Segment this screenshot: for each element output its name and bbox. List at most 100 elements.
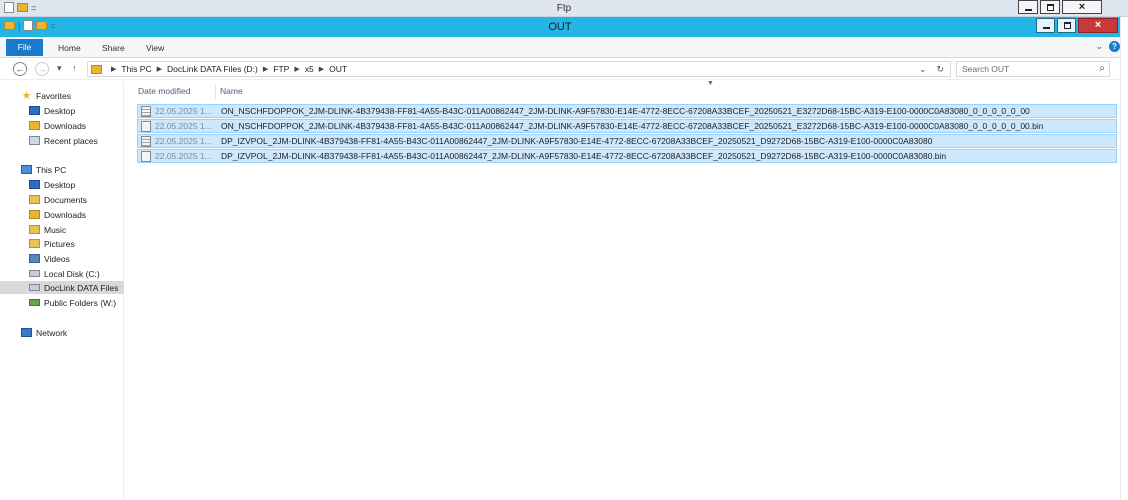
file-row[interactable]: 22.05.2025 1... ON_NSCHFDOPPOK_2JM-DLINK… — [137, 104, 1117, 118]
breadcrumb-x5[interactable]: x5 — [305, 64, 314, 74]
documents-icon — [29, 195, 40, 204]
nav-label: Desktop — [44, 179, 76, 190]
address-bar[interactable]: ▶ This PC ▶ DocLink DATA Files (D:) ▶ FT… — [87, 61, 951, 77]
file-name: ON_NSCHFDOPPOK_2JM-DLINK-4B379438-FF81-4… — [221, 121, 1044, 131]
expand-ribbon-icon[interactable]: ⌄ — [1095, 41, 1103, 52]
maximize-icon — [1063, 22, 1071, 29]
refresh-icon[interactable]: ↻ — [936, 64, 944, 75]
breadcrumb-this-pc[interactable]: This PC — [121, 64, 151, 74]
star-icon: ★ — [21, 89, 32, 102]
tab-home[interactable]: Home — [58, 43, 81, 53]
breadcrumb-chevron-icon[interactable]: ▶ — [263, 65, 268, 73]
search-icon[interactable]: ⌕ — [1099, 63, 1105, 74]
nav-favorites[interactable]: ★ Favorites — [21, 89, 71, 102]
file-date: 22.05.2025 1... — [155, 151, 212, 161]
forward-button[interactable]: → — [35, 62, 49, 76]
search-input[interactable] — [957, 62, 1087, 76]
search-box: ⌕ — [956, 61, 1110, 77]
nav-label: Downloads — [44, 120, 87, 131]
outer-minimize-button[interactable] — [1018, 0, 1038, 14]
network-drive-icon — [29, 299, 40, 306]
nav-label: Music — [44, 224, 67, 235]
file-date: 22.05.2025 1... — [155, 136, 212, 146]
breadcrumb-chevron-icon[interactable]: ▶ — [111, 65, 116, 73]
column-name[interactable]: Name — [220, 86, 243, 96]
recent-locations-icon[interactable]: ▾ — [57, 63, 62, 74]
desktop-icon — [29, 180, 40, 189]
file-name: DP_IZVPOL_2JM-DLINK-4B379438-FF81-4A55-B… — [221, 136, 933, 146]
breadcrumb-out[interactable]: OUT — [329, 64, 347, 74]
text-file-icon — [141, 105, 151, 117]
music-icon — [29, 225, 40, 234]
outer-maximize-button[interactable] — [1040, 0, 1060, 14]
minimize-button[interactable] — [1036, 18, 1055, 33]
nav-this-pc[interactable]: This PC — [21, 163, 66, 176]
window-controls: × — [1034, 18, 1118, 33]
nav-public-folders[interactable]: Public Folders (W:) — [29, 296, 116, 309]
nav-music[interactable]: Music — [29, 223, 66, 236]
breadcrumb-doclink-drive[interactable]: DocLink DATA Files (D:) — [167, 64, 258, 74]
file-date: 22.05.2025 1... — [155, 121, 212, 131]
back-button[interactable]: ← — [13, 62, 27, 76]
nav-label: Local Disk (C:) — [44, 268, 100, 279]
maximize-icon — [1047, 4, 1054, 11]
outer-window-title-bar: = Ftp × — [0, 0, 1128, 17]
tab-share[interactable]: Share — [102, 43, 125, 53]
close-icon: × — [1094, 19, 1102, 31]
nav-label: Favorites — [36, 90, 71, 101]
column-headers: Date modified Name ▼ — [133, 80, 1123, 101]
nav-label: Downloads — [44, 209, 87, 220]
file-row[interactable]: 22.05.2025 1... ON_NSCHFDOPPOK_2JM-DLINK… — [137, 119, 1117, 133]
breadcrumb-chevron-icon[interactable]: ▶ — [294, 65, 299, 73]
nav-pc-desktop[interactable]: Desktop — [29, 178, 75, 191]
breadcrumb-chevron-icon[interactable]: ▶ — [157, 65, 162, 73]
nav-recent-places[interactable]: Recent places — [29, 134, 98, 147]
nav-label: Desktop — [44, 105, 76, 116]
desktop-icon — [29, 106, 40, 115]
tab-file[interactable]: File — [6, 39, 43, 56]
file-name: DP_IZVPOL_2JM-DLINK-4B379438-FF81-4A55-B… — [221, 151, 947, 161]
downloads-icon — [29, 210, 40, 219]
close-button[interactable]: × — [1078, 18, 1118, 33]
nav-doclink-drive[interactable]: DocLink DATA Files — [0, 281, 124, 294]
nav-pc-downloads[interactable]: Downloads — [29, 208, 86, 221]
file-icon — [141, 120, 151, 132]
minimize-icon — [1025, 9, 1032, 11]
folder-icon — [91, 64, 102, 74]
file-row[interactable]: 22.05.2025 1... DP_IZVPOL_2JM-DLINK-4B37… — [137, 134, 1117, 148]
navigation-bar: ← → ▾ ↑ ▶ This PC ▶ DocLink DATA Files (… — [0, 58, 1128, 80]
network-icon — [21, 328, 32, 337]
nav-downloads[interactable]: Downloads — [29, 119, 86, 132]
tab-view[interactable]: View — [146, 43, 164, 53]
outer-close-button[interactable]: × — [1062, 0, 1102, 14]
address-dropdown-icon[interactable]: ⌄ — [919, 64, 927, 75]
maximize-button[interactable] — [1057, 18, 1076, 33]
file-name: ON_NSCHFDOPPOK_2JM-DLINK-4B379438-FF81-4… — [221, 106, 1030, 116]
nav-label: Network — [36, 327, 68, 338]
breadcrumb-ftp[interactable]: FTP — [273, 64, 289, 74]
nav-local-disk[interactable]: Local Disk (C:) — [29, 267, 100, 280]
address-controls: ⌄ ↻ — [919, 64, 950, 75]
up-button[interactable]: ↑ — [72, 63, 77, 73]
nav-label: Recent places — [44, 135, 98, 146]
nav-documents[interactable]: Documents — [29, 193, 87, 206]
nav-videos[interactable]: Videos — [29, 252, 70, 265]
breadcrumb-chevron-icon[interactable]: ▶ — [319, 65, 324, 73]
nav-pictures[interactable]: Pictures — [29, 237, 75, 250]
file-row[interactable]: 22.05.2025 1... DP_IZVPOL_2JM-DLINK-4B37… — [137, 149, 1117, 163]
help-icon[interactable]: ? — [1109, 41, 1120, 52]
nav-network[interactable]: Network — [21, 326, 67, 339]
window-title-bar: | = OUT × — [0, 17, 1120, 37]
nav-desktop[interactable]: Desktop — [29, 104, 75, 117]
text-file-icon — [141, 135, 151, 147]
column-divider[interactable] — [215, 85, 216, 99]
nav-label: Pictures — [44, 238, 75, 249]
nav-label: Videos — [44, 253, 70, 264]
nav-label: This PC — [36, 164, 67, 175]
window-title: OUT — [548, 21, 572, 33]
column-date-modified[interactable]: Date modified — [138, 86, 190, 96]
recent-places-icon — [29, 136, 40, 145]
minimize-icon — [1042, 27, 1050, 29]
navigation-pane: ★ Favorites Desktop Downloads Recent pla… — [0, 81, 124, 500]
outer-window-title: Ftp — [556, 3, 572, 14]
